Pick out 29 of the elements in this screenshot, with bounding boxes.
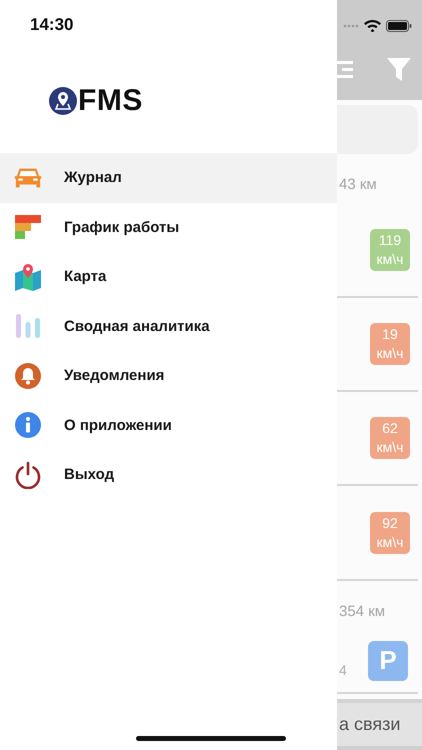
- map-pin-icon: [49, 87, 77, 115]
- info-icon: [14, 411, 42, 440]
- status-time: 14:30: [29, 14, 74, 34]
- menu-item[interactable]: Сводная аналитика: [0, 302, 337, 351]
- distance-text: 43 км: [338, 174, 377, 195]
- logo-text: FMS: [78, 86, 143, 116]
- menu-item[interactable]: Журнал: [0, 153, 337, 202]
- power-icon: [14, 460, 42, 489]
- menu-item[interactable]: Выход: [0, 450, 337, 500]
- map-pin-icon: [14, 262, 42, 291]
- menu-item[interactable]: Карта: [0, 252, 337, 302]
- distance-text: 354 км: [338, 602, 386, 622]
- speed-badge: 19 км\ч: [370, 323, 410, 366]
- menu-item[interactable]: Уведомления: [0, 351, 337, 400]
- battery-icon: [386, 20, 412, 32]
- signal-icon: [343, 24, 359, 28]
- bell-icon: [14, 362, 42, 390]
- speed-badge: 92 км\ч: [370, 512, 410, 554]
- menu-item[interactable]: О приложении: [0, 400, 337, 450]
- speed-badge: 62 км\ч: [370, 417, 410, 460]
- filter-icon: [386, 56, 412, 82]
- bar-text: а связи: [338, 714, 400, 735]
- bar-chart-icon: [14, 312, 42, 340]
- parking-badge: P: [368, 640, 408, 681]
- bar-chart-icon: [14, 213, 42, 242]
- speed-badge: 119 км\ч: [370, 228, 410, 271]
- wifi-icon: [364, 20, 381, 32]
- menu-item[interactable]: График работы: [0, 202, 337, 252]
- row-text: 4: [338, 660, 347, 678]
